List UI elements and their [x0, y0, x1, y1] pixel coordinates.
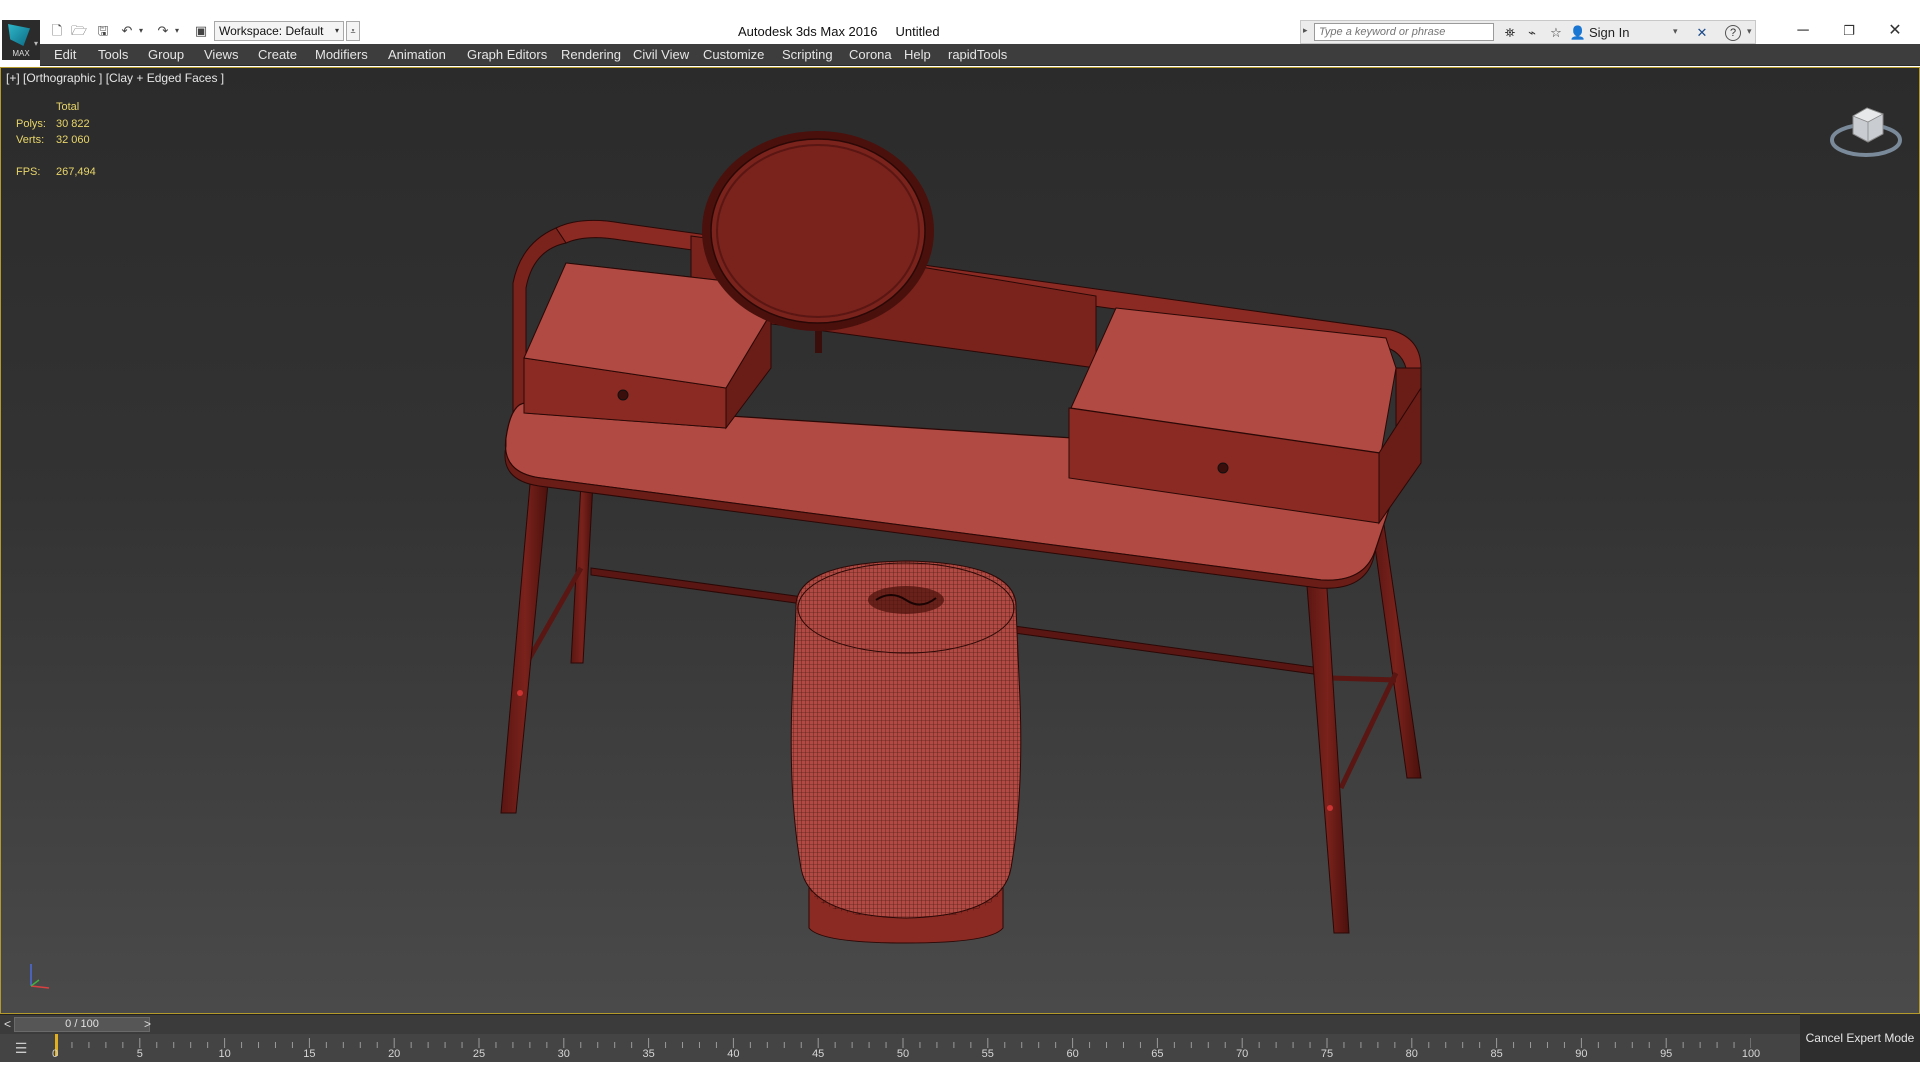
minimize-button[interactable]: ─: [1780, 18, 1826, 44]
redo-dropdown-icon[interactable]: ▾: [172, 22, 182, 40]
menu-views[interactable]: Views: [204, 47, 238, 62]
redo-icon[interactable]: ↷: [154, 22, 172, 40]
save-file-icon[interactable]: 🖫: [94, 22, 112, 40]
menu-tools[interactable]: Tools: [98, 47, 128, 62]
timeline-tick-label: 25: [472, 1048, 486, 1060]
pouf: [790, 560, 1022, 944]
binoculars-search-icon[interactable]: ⛯: [1501, 24, 1519, 42]
workspace-label: Workspace: Default: [219, 24, 324, 38]
timeline-tick-label: 100: [1741, 1048, 1761, 1060]
timeline-tick-label: 75: [1320, 1048, 1334, 1060]
timeline-tick-label: 15: [303, 1048, 316, 1060]
favorites-star-icon[interactable]: ☆: [1547, 24, 1565, 42]
chevron-down-icon[interactable]: ▾: [1673, 26, 1678, 37]
timeline-tick-label: 50: [896, 1048, 910, 1060]
title-bar: ▾ MAX 🗋 🗁 🖫 ↶ ▾ ↷ ▾ ▣ Workspace: Default…: [0, 0, 1920, 60]
close-button[interactable]: ✕: [1872, 18, 1918, 44]
menu-graph-editors[interactable]: Graph Editors: [467, 47, 547, 62]
timeline-tick-label: 85: [1490, 1048, 1503, 1060]
collapse-search-icon[interactable]: ▸: [1303, 25, 1308, 36]
previous-frame-button[interactable]: <: [4, 1017, 11, 1031]
timeline-tick-label: 65: [1151, 1048, 1164, 1060]
timeline-tick-label: 90: [1575, 1048, 1588, 1060]
project-folder-icon[interactable]: ▣: [192, 22, 210, 40]
chevron-down-icon[interactable]: ▾: [1747, 26, 1752, 37]
exchange-apps-icon[interactable]: ✕: [1693, 24, 1711, 42]
window-title: Autodesk 3ds Max 2016 Untitled: [738, 24, 940, 39]
timeline-tick-label: 70: [1236, 1048, 1249, 1060]
cancel-expert-mode-button[interactable]: Cancel Expert Mode: [1800, 1014, 1920, 1062]
menu-scripting[interactable]: Scripting: [782, 47, 833, 62]
timeline-tick-label: 80: [1405, 1048, 1418, 1060]
timeline-tick-label: 95: [1660, 1048, 1673, 1060]
menu-rendering[interactable]: Rendering: [561, 47, 621, 62]
viewcube-icon[interactable]: [1825, 96, 1907, 168]
menu-edit[interactable]: Edit: [54, 47, 76, 62]
time-slider[interactable]: 0 / 100: [14, 1017, 150, 1032]
document-title: Untitled: [895, 24, 940, 39]
status-strip: [0, 1062, 1920, 1080]
menu-bar: Edit Tools Group Views Create Modifiers …: [40, 44, 1920, 66]
help-icon[interactable]: ?: [1725, 25, 1741, 41]
menu-corona[interactable]: Corona: [849, 47, 892, 62]
menu-civil-view[interactable]: Civil View: [633, 47, 689, 62]
app-logo-text: MAX: [12, 49, 30, 58]
application-menu-button[interactable]: ▾ MAX: [2, 20, 40, 60]
timeline-tick-labels: 0 5 10 15 20 25 30 35 40 45 50 55 60 65 70 75 80 85 90 95 10…: [51, 1034, 1760, 1062]
track-bar[interactable]: ☰ 0 5 10 15 20 25 30 35 40 45 50 55 60 65 70 75 80 85 90 95…: [0, 1034, 1800, 1062]
workspace-dropdown[interactable]: Workspace: Default ▾: [214, 21, 344, 41]
timeline-tick-label: 45: [812, 1048, 825, 1060]
search-input[interactable]: [1314, 23, 1494, 41]
curve-editor-icon[interactable]: ☰: [10, 1040, 32, 1056]
menu-modifiers[interactable]: Modifiers: [315, 47, 368, 62]
new-scene-icon[interactable]: 🗋: [48, 22, 66, 40]
user-icon: 👤: [1569, 25, 1587, 40]
app-logo-icon: [8, 24, 30, 46]
menu-customize[interactable]: Customize: [703, 47, 764, 62]
time-slider-bar: < 0 / 100 >: [0, 1014, 1800, 1034]
perspective-viewport[interactable]: [+] [Orthographic ] [Clay + Edged Faces …: [0, 67, 1920, 1014]
open-file-icon[interactable]: 🗁: [70, 22, 88, 40]
restore-button[interactable]: ❐: [1826, 18, 1872, 44]
menu-animation[interactable]: Animation: [388, 47, 446, 62]
timeline-tick-label: 35: [642, 1048, 655, 1060]
communication-center-icon[interactable]: ⌁: [1523, 24, 1541, 42]
timeline-tick-label: 40: [727, 1048, 740, 1060]
infocenter: ▸ ⛯ ⌁ ☆ 👤 Sign In ▾ ✕ ? ▾: [1300, 20, 1756, 44]
undo-dropdown-icon[interactable]: ▾: [136, 22, 146, 40]
timeline-tick-label: 20: [388, 1048, 401, 1060]
menu-create[interactable]: Create: [258, 47, 297, 62]
timeline-tick-label: 0: [51, 1048, 59, 1060]
chevron-down-icon: ▾: [334, 26, 339, 35]
menu-group[interactable]: Group: [148, 47, 184, 62]
timeline-tick-label: 10: [218, 1048, 231, 1060]
menu-rapidtools[interactable]: rapidTools: [948, 47, 1007, 62]
sign-in-button[interactable]: Sign In: [1589, 25, 1629, 40]
app-title: Autodesk 3ds Max 2016: [738, 24, 878, 39]
customize-quick-access-icon[interactable]: ⩡: [346, 21, 360, 41]
menu-help[interactable]: Help: [904, 47, 931, 62]
undo-icon[interactable]: ↶: [118, 22, 136, 40]
timeline-tick-label: 55: [981, 1048, 994, 1060]
timeline-tick-label: 60: [1066, 1048, 1079, 1060]
next-frame-button[interactable]: >: [144, 1017, 151, 1031]
timeline-tick-label: 30: [557, 1048, 570, 1060]
timeline-tick-label: 5: [136, 1048, 143, 1060]
axis-tripod-icon: [30, 964, 50, 989]
scene-render: [500, 131, 1422, 944]
chevron-down-icon: ▾: [33, 39, 38, 48]
